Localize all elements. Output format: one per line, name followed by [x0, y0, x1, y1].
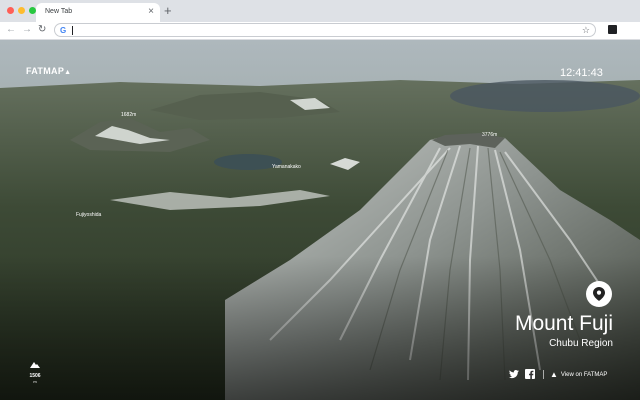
fatmap-logo[interactable]: FATMAP▲ [26, 66, 71, 76]
tab-title: New Tab [45, 8, 73, 15]
new-tab-page: FATMAP▲ 12:41:43 1682m 3776m Yamanakako … [0, 40, 640, 400]
mountain-logo-icon: ▲ [64, 69, 72, 76]
map-label-peak: 1682m [121, 112, 137, 118]
address-bar[interactable]: G ☆ [54, 23, 596, 37]
fatmap-logo-text: FATMAP [26, 66, 65, 76]
facebook-icon[interactable] [525, 369, 535, 379]
place-name: Mount Fuji [514, 312, 613, 335]
browser-titlebar: New Tab × + [0, 0, 640, 22]
browser-toolbar: ← → ↻ G ☆ ⋮ [0, 22, 640, 56]
minimize-window-button[interactable] [18, 7, 25, 14]
maximize-window-button[interactable] [29, 7, 36, 14]
back-arrow-icon[interactable]: ← [6, 23, 16, 37]
reload-icon[interactable]: ↻ [38, 23, 46, 37]
map-label-city: Fujiyoshida [76, 212, 102, 218]
tab-close-icon[interactable]: × [148, 6, 154, 18]
clock: 12:41:43 [560, 67, 603, 79]
window-controls [7, 7, 36, 14]
bookmark-star-icon[interactable]: ☆ [582, 24, 590, 36]
view-on-fatmap-label: View on FATMAP [560, 371, 608, 378]
map-label-lake-town: Yamanakako [272, 164, 301, 170]
close-window-button[interactable] [7, 7, 14, 14]
social-divider [543, 370, 544, 379]
new-tab-button[interactable]: + [164, 3, 172, 19]
region-name: Chubu Region [549, 338, 613, 349]
twitter-icon[interactable] [509, 369, 519, 379]
location-pin-icon [593, 287, 605, 301]
location-pin-button[interactable] [586, 281, 612, 307]
text-caret [72, 26, 73, 35]
elevation-mountain-icon [30, 362, 40, 368]
map-label-summit: 3776m [482, 132, 498, 138]
google-icon: G [60, 26, 67, 35]
mountain-icon: ▲ [550, 370, 558, 379]
elevation-unit: m [33, 379, 37, 384]
view-on-fatmap-link[interactable]: ▲ View on FATMAP [550, 370, 607, 379]
elevation-indicator: 1506 m [26, 355, 44, 384]
forward-arrow-icon[interactable]: → [22, 23, 32, 37]
extension-icon[interactable] [608, 25, 617, 34]
browser-tab[interactable]: New Tab × [36, 3, 160, 22]
